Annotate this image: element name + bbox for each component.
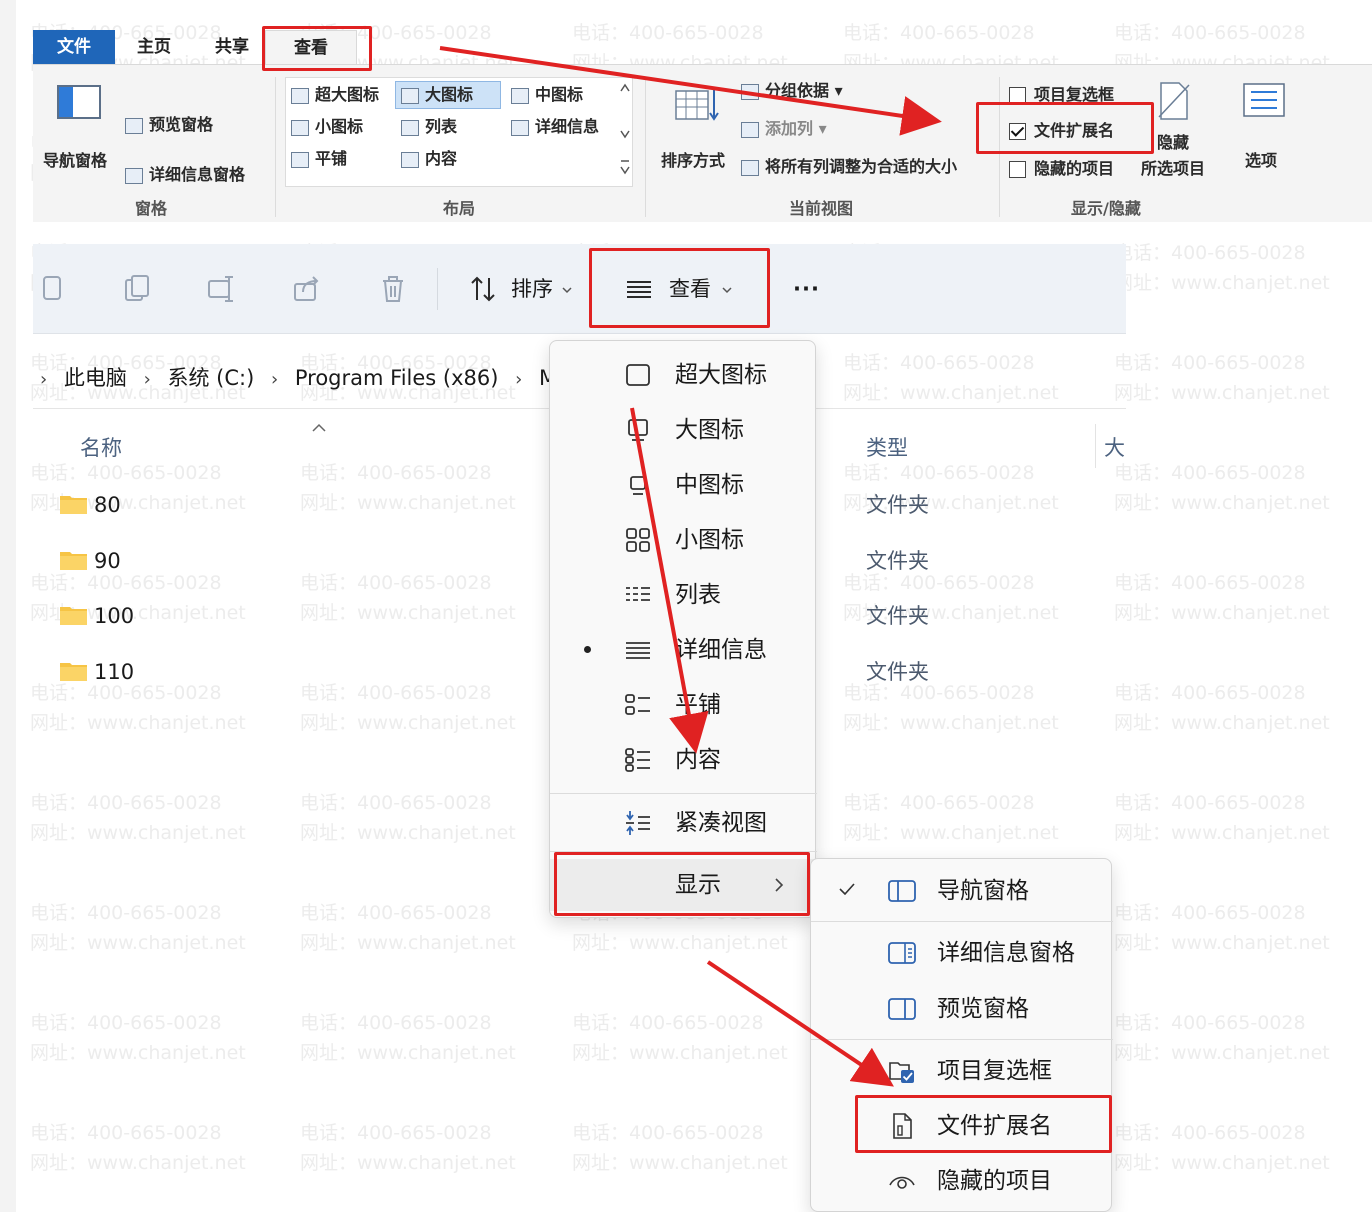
arrow — [706, 960, 894, 1087]
arrow — [630, 407, 709, 754]
arrow — [439, 46, 942, 136]
annotation-arrows — [439, 46, 942, 1087]
